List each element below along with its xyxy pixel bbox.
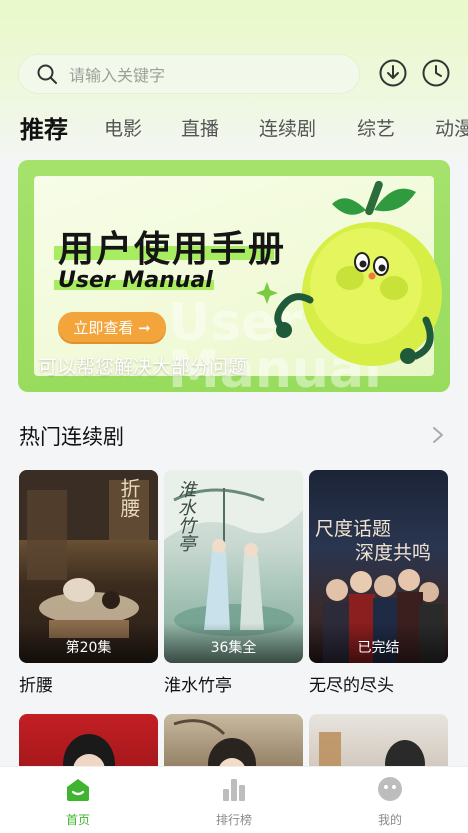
nav-label: 我的 <box>377 813 402 827</box>
episode-badge: 36集全 <box>164 623 303 663</box>
chevron-right-icon[interactable] <box>428 424 448 446</box>
episode-badge: 第20集 <box>19 623 158 663</box>
drama-poster[interactable]: 淮水竹亭 36集全 <box>164 470 303 663</box>
drama-card[interactable]: 淮水竹亭 36集全 淮水竹亭 <box>164 470 303 696</box>
poster-title-overlay: 折腰 <box>117 478 141 518</box>
drama-poster[interactable]: 折腰 第20集 <box>19 470 158 663</box>
nav-home[interactable]: 首页 <box>18 775 138 828</box>
tab-live[interactable]: 直播 <box>181 114 219 141</box>
poster-title-overlay: 淮水竹亭 <box>175 480 196 552</box>
drama-card[interactable]: 折腰 第20集 折腰 <box>19 470 158 696</box>
banner-subtitle: User Manual <box>58 268 213 293</box>
user-manual-banner[interactable]: User Manual 用户使用手册 User Manual 立即查看 ➞ 可以… <box>18 160 450 392</box>
bar-chart-icon <box>223 779 245 801</box>
drama-title: 折腰 <box>19 676 53 696</box>
search-icon <box>37 64 57 84</box>
drama-poster[interactable]: 尺度话题 深度共鸣 已完结 <box>309 470 448 663</box>
poster-art <box>63 734 115 774</box>
nav-label: 排行榜 <box>215 813 252 827</box>
tab-variety[interactable]: 综艺 <box>357 114 395 141</box>
nav-label: 首页 <box>65 813 90 827</box>
nav-profile[interactable]: 我的 <box>330 775 450 828</box>
drama-poster-partial[interactable] <box>19 714 158 774</box>
category-tabs: 推荐 电影 直播 连续剧 综艺 动漫 <box>20 110 468 150</box>
episode-badge: 已完结 <box>309 623 448 663</box>
lemon-mascot-icon <box>256 180 442 366</box>
drama-title: 无尽的尽头 <box>309 676 394 696</box>
search-row: 请输入关键字 <box>18 54 454 94</box>
download-icon <box>379 59 407 87</box>
banner-caption: 可以帮您解决大部分问题 <box>38 356 248 378</box>
poster-art <box>319 732 425 774</box>
banner-title: 用户使用手册 <box>58 229 287 270</box>
poster-art <box>173 719 256 774</box>
download-button[interactable] <box>378 58 408 88</box>
drama-title: 淮水竹亭 <box>164 676 232 696</box>
tab-anime[interactable]: 动漫 <box>435 114 468 141</box>
poster-tagline-2: 深度共鸣 <box>355 542 432 564</box>
search-placeholder: 请输入关键字 <box>69 66 166 85</box>
search-input[interactable]: 请输入关键字 <box>18 54 360 94</box>
tab-recommend[interactable]: 推荐 <box>20 110 68 145</box>
drama-poster-partial[interactable] <box>164 714 303 774</box>
history-clock-icon <box>422 59 450 87</box>
tab-series[interactable]: 连续剧 <box>259 114 316 141</box>
section-title: 热门连续剧 <box>19 425 124 449</box>
drama-card[interactable]: 尺度话题 深度共鸣 已完结 无尽的尽头 <box>309 470 448 696</box>
bottom-navigation: 首页 排行榜 我的 <box>0 766 468 833</box>
nav-ranking[interactable]: 排行榜 <box>174 775 294 828</box>
drama-poster-partial[interactable] <box>309 714 448 774</box>
profile-face-icon <box>378 777 402 801</box>
history-button[interactable] <box>421 58 451 88</box>
home-icon <box>67 779 89 801</box>
tab-movie[interactable]: 电影 <box>104 114 142 141</box>
poster-tagline-1: 尺度话题 <box>315 518 392 540</box>
view-now-button[interactable]: 立即查看 ➞ <box>58 312 166 342</box>
